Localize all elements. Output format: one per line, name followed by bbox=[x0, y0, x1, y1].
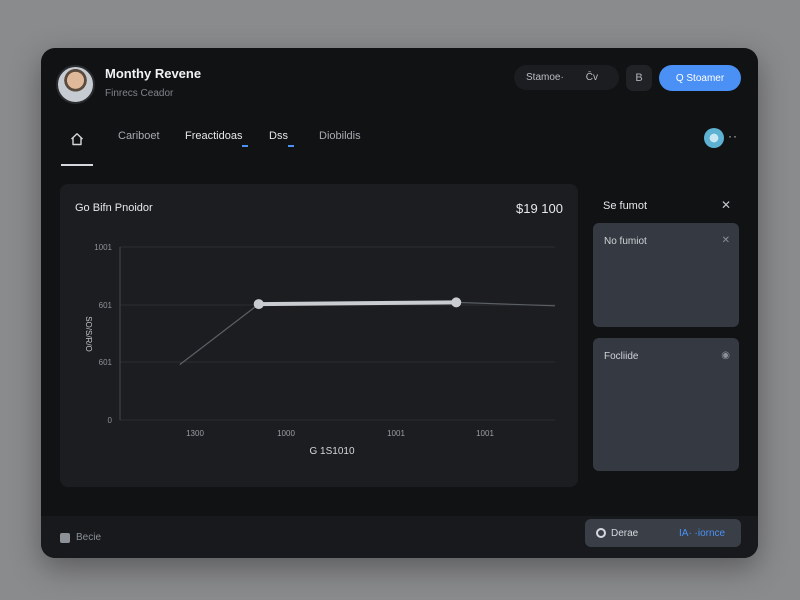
data-point bbox=[253, 299, 264, 310]
series-line bbox=[179, 301, 556, 366]
y-axis-label: SO/S/R/O bbox=[84, 316, 93, 352]
side-card-2-label: Focliide bbox=[604, 351, 639, 362]
footer-bar: Becie Derae IA· ·iornce bbox=[41, 516, 758, 558]
primary-action-button[interactable]: Q Stoamer bbox=[659, 65, 741, 91]
more-options-icon[interactable]: ·· bbox=[728, 129, 738, 143]
tab-cariboet[interactable]: Cariboet bbox=[118, 130, 160, 142]
side-card-1[interactable]: No fumiot ✕ bbox=[593, 223, 739, 327]
x-icon[interactable]: ✕ bbox=[722, 235, 730, 246]
eye-icon[interactable]: ◉ bbox=[721, 350, 730, 361]
footer-button-right-label[interactable]: IA· ·iornce bbox=[679, 528, 725, 539]
pill-right-label[interactable]: C̄v bbox=[586, 72, 598, 83]
tab-home[interactable] bbox=[61, 130, 93, 166]
calendar-button[interactable]: B bbox=[626, 65, 652, 91]
y-tick-label: 601 bbox=[99, 358, 113, 367]
x-tick-label: 1001 bbox=[387, 429, 405, 438]
footer-action-button[interactable]: Derae IA· ·iornce bbox=[585, 519, 741, 547]
footer-button-left-label: Derae bbox=[611, 528, 639, 539]
footer-left[interactable]: Becie bbox=[60, 532, 101, 543]
y-tick-label: 0 bbox=[108, 416, 113, 425]
nav-bar: Cariboet Freactidoas Dss Diobildis ·· bbox=[41, 126, 758, 166]
data-point bbox=[451, 297, 462, 308]
chart-card: Go Bifn Pnoidor $19 100 1001 601 601 0 1300 1… bbox=[60, 184, 578, 487]
x-axis-label: G 1S1010 bbox=[309, 446, 354, 457]
tab-diobildis[interactable]: Diobildis bbox=[319, 130, 361, 142]
app-window: Monthy Revene Finrecs Ceador Stamoe· C̄v… bbox=[41, 48, 758, 558]
side-panel-title: Se fumot bbox=[603, 200, 648, 212]
calendar-icon: B bbox=[635, 72, 643, 84]
home-icon bbox=[71, 133, 83, 146]
footer-left-label: Becie bbox=[76, 532, 102, 543]
x-tick-label: 1001 bbox=[476, 429, 494, 438]
y-tick-label: 601 bbox=[99, 301, 113, 310]
highlighted-segment bbox=[256, 300, 459, 307]
status-indicator[interactable] bbox=[704, 128, 724, 148]
y-tick-label: 1001 bbox=[94, 243, 112, 252]
avatar[interactable] bbox=[56, 65, 95, 104]
side-card-1-label: No fumiot bbox=[604, 236, 647, 247]
close-icon[interactable]: ✕ bbox=[721, 198, 731, 212]
tab-dss[interactable]: Dss bbox=[269, 130, 294, 147]
side-panel-header: Se fumot ✕ bbox=[593, 187, 739, 219]
tab-freactidoas[interactable]: Freactidoas bbox=[185, 130, 250, 147]
header-pill-selector[interactable]: Stamoe· C̄v bbox=[514, 65, 619, 90]
document-icon bbox=[60, 532, 70, 543]
pill-left-label[interactable]: Stamoe· bbox=[526, 72, 564, 83]
page-subtitle: Finrecs Ceador bbox=[105, 88, 174, 99]
x-tick-label: 1000 bbox=[277, 429, 295, 438]
x-tick-label: 1300 bbox=[186, 429, 204, 438]
line-chart[interactable]: 1001 601 601 0 1300 1000 1001 1001 G 1S1010 SO/S/… bbox=[60, 184, 578, 487]
side-card-2[interactable]: Focliide ◉ bbox=[593, 338, 739, 471]
page-title: Monthy Revene bbox=[105, 66, 202, 81]
circle-icon bbox=[596, 528, 606, 538]
